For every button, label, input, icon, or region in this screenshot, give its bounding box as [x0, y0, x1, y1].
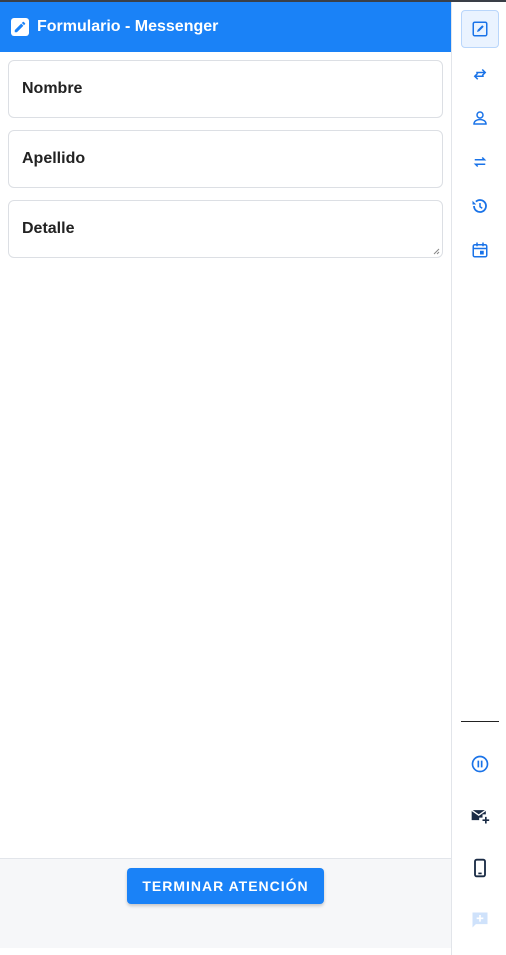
history-icon — [472, 199, 487, 213]
phone-button[interactable] — [461, 849, 499, 887]
history-button[interactable] — [461, 187, 499, 225]
panel-header: Formulario - Messenger — [0, 2, 451, 52]
apellido-label: Apellido — [22, 150, 86, 167]
resize-handle-icon[interactable] — [433, 248, 440, 255]
transfer-button[interactable] — [461, 55, 499, 93]
form-panel: Formulario - Messenger Nombre Apellido D… — [0, 2, 451, 955]
detalle-label: Detalle — [22, 220, 75, 237]
swap-arrows-icon — [473, 68, 487, 80]
calendar-button[interactable] — [461, 231, 499, 269]
apellido-field[interactable]: Apellido — [8, 130, 443, 188]
toolbar-divider — [461, 721, 499, 722]
mail-add-icon — [471, 809, 490, 824]
detalle-textarea[interactable]: Detalle — [8, 200, 443, 258]
nombre-field[interactable]: Nombre — [8, 60, 443, 118]
edit-square-icon — [472, 21, 488, 37]
repeat-button[interactable] — [461, 143, 499, 181]
panel-footer: TERMINAR ATENCIÓN — [0, 858, 451, 948]
nombre-label: Nombre — [22, 80, 83, 97]
form-tool-button[interactable] — [461, 10, 499, 48]
contact-button[interactable] — [461, 99, 499, 137]
pause-button[interactable] — [461, 745, 499, 783]
phone-icon — [474, 858, 486, 878]
repeat-icon — [473, 156, 487, 168]
calendar-icon — [472, 242, 488, 258]
new-mail-button[interactable] — [461, 797, 499, 835]
edit-icon — [11, 18, 29, 36]
right-toolbar — [451, 2, 506, 955]
person-icon — [473, 111, 487, 125]
end-attention-button[interactable]: TERMINAR ATENCIÓN — [127, 868, 324, 904]
chat-add-icon — [472, 912, 488, 928]
new-chat-button[interactable] — [461, 901, 499, 939]
panel-title: Formulario - Messenger — [37, 18, 219, 35]
pause-icon — [471, 755, 489, 773]
